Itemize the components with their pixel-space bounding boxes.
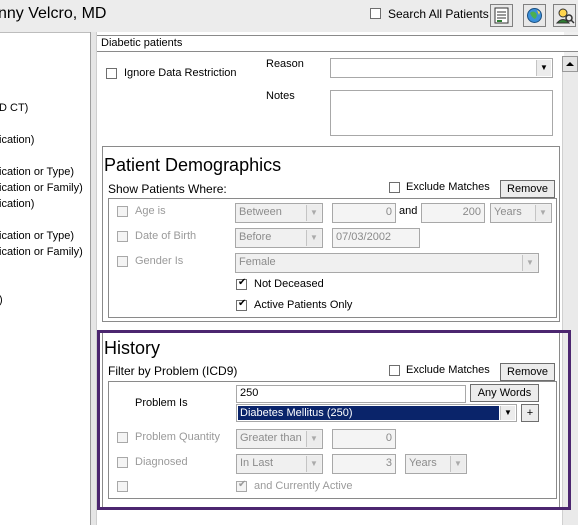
- left-list-item[interactable]: ication or Type): [0, 230, 74, 242]
- chevron-down-icon[interactable]: ▼: [450, 456, 465, 472]
- not-deceased-checkbox[interactable]: [236, 277, 247, 290]
- problem-is-label: Problem Is: [135, 397, 188, 409]
- left-list-item[interactable]: ): [0, 294, 3, 306]
- age-and-label: and: [399, 205, 418, 217]
- age-from-input[interactable]: 0: [332, 203, 396, 223]
- ignore-restriction-label: Ignore Data Restriction: [124, 67, 237, 79]
- quantity-operator-value: Greater than: [240, 432, 302, 444]
- dob-operator-value: Before: [239, 231, 272, 243]
- reason-select[interactable]: ▼: [330, 58, 553, 78]
- left-list-item[interactable]: ication or Type): [0, 166, 74, 178]
- diagnosed-unit-select[interactable]: Years ▼: [405, 454, 467, 474]
- diagnosed-unit-value: Years: [409, 457, 437, 469]
- demographics-exclude-label: Exclude Matches: [406, 181, 490, 193]
- search-all-patients-label: Search All Patients: [388, 7, 489, 21]
- problem-select[interactable]: Diabetes Mellitus (250) ▼: [236, 404, 517, 422]
- user-name-title: nny Velcro, MD: [0, 5, 107, 22]
- dob-date-input[interactable]: 07/03/2002: [332, 228, 420, 248]
- person-search-icon[interactable]: [553, 4, 576, 27]
- problem-quantity-label: Problem Quantity: [135, 431, 220, 443]
- demographics-remove-button[interactable]: Remove: [500, 180, 555, 198]
- globe-icon[interactable]: [523, 4, 546, 27]
- demographics-exclude-checkbox[interactable]: [389, 182, 400, 193]
- ignore-restriction-checkbox[interactable]: [106, 68, 117, 79]
- age-operator-value: Between: [239, 206, 282, 218]
- currently-active-label: and Currently Active: [254, 480, 353, 492]
- history-filter-label: Filter by Problem (ICD9): [108, 364, 238, 378]
- reason-label: Reason: [266, 58, 304, 70]
- not-deceased-label: Not Deceased: [254, 278, 324, 290]
- chevron-up-icon: [566, 62, 574, 66]
- left-list-item[interactable]: D CT): [0, 102, 28, 114]
- currently-active-checkbox[interactable]: [236, 479, 247, 492]
- active-only-checkbox[interactable]: [236, 298, 247, 311]
- age-checkbox[interactable]: [117, 206, 128, 217]
- chevron-down-icon[interactable]: ▼: [306, 431, 321, 447]
- notes-textarea[interactable]: [330, 90, 553, 136]
- chevron-down-icon[interactable]: ▼: [535, 205, 550, 221]
- currently-active-enable-checkbox[interactable]: [117, 481, 128, 492]
- diagnosed-checkbox[interactable]: [117, 457, 128, 468]
- splitter[interactable]: [90, 32, 97, 525]
- history-exclude-checkbox[interactable]: [389, 365, 400, 376]
- diagnosed-operator-select[interactable]: In Last ▼: [236, 454, 323, 474]
- age-operator-select[interactable]: Between ▼: [235, 203, 323, 223]
- problem-code-input[interactable]: 250: [236, 385, 466, 403]
- dob-operator-select[interactable]: Before ▼: [235, 228, 323, 248]
- problem-selected-value: Diabetes Mellitus (250): [238, 406, 499, 420]
- notes-label: Notes: [266, 90, 295, 102]
- age-unit-select[interactable]: Years ▼: [490, 203, 552, 223]
- any-words-button[interactable]: Any Words: [470, 384, 539, 402]
- history-remove-button[interactable]: Remove: [500, 363, 555, 381]
- history-exclude-label: Exclude Matches: [406, 364, 490, 376]
- left-criteria-panel: D CT) ication) ication or Type) ication …: [0, 32, 90, 525]
- left-list-item[interactable]: ication or Family): [0, 246, 83, 258]
- dob-checkbox[interactable]: [117, 231, 128, 242]
- age-label: Age is: [135, 205, 166, 217]
- diagnosed-value-input[interactable]: 3: [332, 454, 396, 474]
- gender-value: Female: [239, 256, 276, 268]
- chevron-down-icon[interactable]: ▼: [536, 60, 551, 76]
- gender-select[interactable]: Female ▼: [235, 253, 539, 273]
- search-name-field[interactable]: Diabetic patients: [97, 35, 578, 52]
- age-to-input[interactable]: 200: [421, 203, 485, 223]
- quantity-operator-select[interactable]: Greater than ▼: [236, 429, 323, 449]
- chevron-down-icon[interactable]: ▼: [306, 230, 321, 246]
- search-all-patients-checkbox[interactable]: [370, 8, 381, 19]
- scroll-up-button[interactable]: [562, 56, 578, 72]
- gender-label: Gender Is: [135, 255, 184, 267]
- left-list-item[interactable]: ication or Family): [0, 182, 83, 194]
- problem-quantity-checkbox[interactable]: [117, 432, 128, 443]
- chevron-down-icon[interactable]: ▼: [500, 406, 515, 420]
- top-bar: nny Velcro, MD Search All Patients: [0, 0, 578, 32]
- left-list-item[interactable]: ication): [0, 134, 34, 146]
- active-only-label: Active Patients Only: [254, 299, 353, 311]
- chevron-down-icon[interactable]: ▼: [306, 205, 321, 221]
- chevron-down-icon[interactable]: ▼: [522, 255, 537, 271]
- age-unit-value: Years: [494, 206, 522, 218]
- add-problem-button[interactable]: +: [521, 404, 539, 422]
- chevron-down-icon[interactable]: ▼: [306, 456, 321, 472]
- diagnosed-label: Diagnosed: [135, 456, 188, 468]
- report-icon[interactable]: [490, 4, 513, 27]
- left-list-item[interactable]: ication): [0, 198, 34, 210]
- show-patients-where-label: Show Patients Where:: [108, 182, 227, 196]
- quantity-value-input[interactable]: 0: [332, 429, 396, 449]
- dob-label: Date of Birth: [135, 230, 197, 242]
- history-title: History: [104, 338, 161, 358]
- demographics-title: Patient Demographics: [104, 155, 282, 175]
- diagnosed-operator-value: In Last: [240, 457, 274, 469]
- gender-checkbox[interactable]: [117, 256, 128, 267]
